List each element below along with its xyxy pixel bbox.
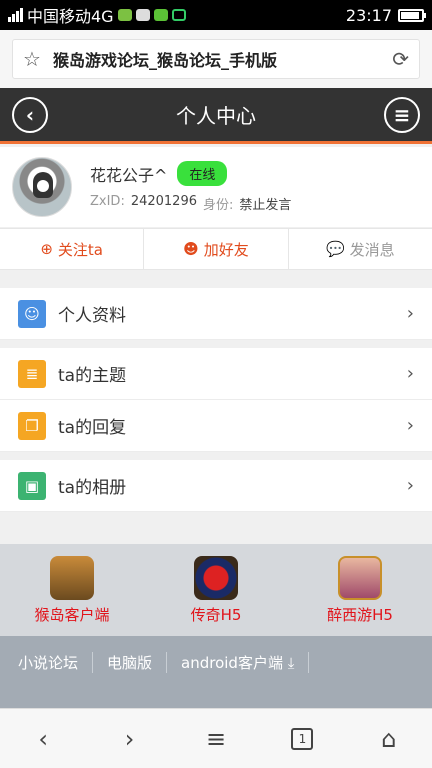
follow-icon: ⊕ — [40, 240, 53, 258]
avatar[interactable] — [12, 157, 72, 217]
weather-icon — [135, 9, 150, 21]
nav-home-button[interactable]: ⌂ — [346, 725, 432, 753]
nav-back-button[interactable]: ‹ — [0, 725, 86, 753]
app-legend-h5[interactable]: 传奇H5 — [144, 544, 288, 636]
send-message-label: 发消息 — [349, 240, 395, 259]
page-title-address[interactable]: 猴岛游戏论坛_猴岛论坛_手机版 — [53, 47, 380, 71]
nav-menu-button[interactable]: ≡ — [173, 725, 259, 753]
friends-icon: ☻ — [183, 240, 199, 258]
chevron-right-icon: › — [124, 724, 135, 753]
chevron-right-icon: › — [406, 303, 414, 324]
browser-address-bar: ☆ 猴岛游戏论坛_猴岛论坛_手机版 ⟳ — [0, 30, 432, 88]
link-novel-forum[interactable]: 小说论坛 — [4, 651, 94, 673]
add-friend-label: 加好友 — [203, 240, 249, 259]
chevron-right-icon: › — [406, 415, 414, 436]
smiley-icon: ☺ — [18, 299, 46, 328]
zxid-value: 24201296 — [130, 194, 197, 209]
battery-icon — [398, 8, 426, 22]
address-box[interactable]: ☆ 猴岛游戏论坛_猴岛论坛_手机版 ⟳ — [12, 39, 420, 79]
send-message-button[interactable]: 💬 发消息 — [289, 229, 432, 269]
bookmark-star-icon[interactable]: ☆ — [23, 47, 41, 71]
wechat-icon — [153, 9, 168, 21]
follow-label: 关注ta — [57, 240, 103, 259]
link-android-client[interactable]: android客户端 ⤓ — [167, 651, 310, 673]
app-promo-row: 猴岛客户端 传奇H5 醉西游H5 — [0, 544, 432, 636]
status-bar: 中国移动4G 23:17 — [0, 0, 432, 30]
xiyou-app-icon — [338, 555, 382, 600]
username: 花花公子^ — [90, 165, 168, 185]
hamburger-icon: ≡ — [205, 724, 227, 753]
role-value: 禁止发言 — [239, 198, 292, 213]
profile-actions: ⊕ 关注ta ☻ 加好友 💬 发消息 — [0, 228, 432, 270]
app-monkey-client[interactable]: 猴岛客户端 — [0, 544, 144, 636]
menu-item-replies[interactable]: ❐ ta的回复 › — [0, 400, 432, 452]
album-icon: ▣ — [18, 471, 46, 500]
menu-item-profile[interactable]: ☺ 个人资料 › — [0, 288, 432, 340]
carrier-label: 中国移动4G — [27, 7, 114, 26]
menu-item-topics[interactable]: ≣ ta的主题 › — [0, 348, 432, 400]
tab-count: 1 — [291, 727, 314, 750]
nav-tabs-button[interactable]: 1 — [259, 727, 345, 750]
reply-icon: ❐ — [18, 411, 46, 440]
footer-links-overflow — [0, 688, 432, 708]
chevron-right-icon: › — [406, 475, 414, 496]
monkey-app-icon — [50, 555, 94, 600]
chevron-left-icon: ‹ — [38, 724, 48, 753]
signal-icon — [8, 8, 23, 22]
message-icon: 💬 — [325, 240, 345, 258]
follow-button[interactable]: ⊕ 关注ta — [0, 229, 145, 269]
app-label: 猴岛客户端 — [34, 605, 110, 624]
nav-forward-button[interactable]: › — [86, 725, 172, 753]
app-label: 传奇H5 — [190, 605, 242, 624]
page-header: ‹ 个人中心 ≡ — [0, 88, 432, 144]
menu-item-label: ta的相册 — [58, 478, 127, 498]
menu-item-label: ta的回复 — [58, 418, 127, 438]
download-icon: ⤓ — [287, 653, 295, 672]
add-friend-button[interactable]: ☻ 加好友 — [144, 229, 289, 269]
role-label: 身份: — [203, 198, 234, 213]
legend-app-icon — [194, 555, 238, 600]
clock: 23:17 — [345, 5, 392, 25]
lock-icon — [171, 9, 186, 21]
profile-card: 花花公子^ 在线 ZxID: 24201296 身份: 禁止发言 — [0, 147, 432, 227]
link-desktop-version[interactable]: 电脑版 — [93, 651, 168, 673]
browser-nav-bar: ‹ › ≡ 1 ⌂ — [0, 708, 432, 768]
app-notification-icon — [117, 9, 132, 21]
online-badge: 在线 — [177, 161, 228, 186]
menu-item-label: ta的主题 — [58, 366, 127, 386]
home-icon: ⌂ — [381, 724, 397, 753]
app-xiyou-h5[interactable]: 醉西游H5 — [288, 544, 432, 636]
menu-item-label: 个人资料 — [58, 306, 126, 326]
zxid-label: ZxID: — [90, 194, 125, 209]
android-client-label: android客户端 — [181, 653, 283, 672]
menu-item-album[interactable]: ▣ ta的相册 › — [0, 460, 432, 512]
document-icon: ≣ — [18, 359, 46, 388]
refresh-icon[interactable]: ⟳ — [392, 47, 409, 71]
chevron-right-icon: › — [406, 363, 414, 384]
back-button[interactable]: ‹ — [12, 97, 48, 133]
app-label: 醉西游H5 — [327, 605, 393, 624]
page-title: 个人中心 — [176, 104, 256, 128]
menu-button[interactable]: ≡ — [384, 97, 420, 133]
footer-links: 小说论坛 电脑版 android客户端 ⤓ — [0, 636, 432, 688]
